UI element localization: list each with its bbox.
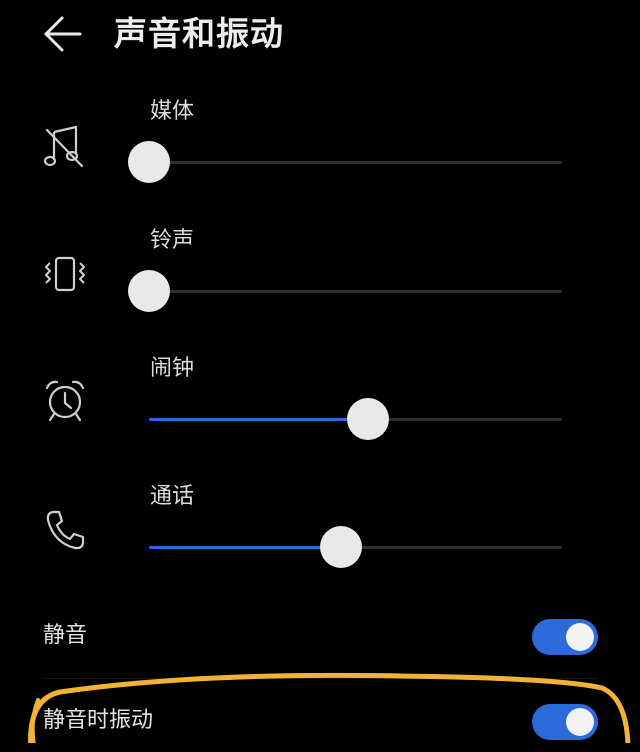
slider-thumb[interactable]: [347, 398, 389, 440]
alarm-clock-icon: [45, 380, 85, 422]
phone-icon: [46, 510, 85, 550]
media-volume-slider[interactable]: [128, 140, 562, 184]
toggle-knob: [566, 623, 594, 651]
setting-row-silent[interactable]: 静音: [0, 607, 640, 667]
volume-label: 闹钟: [150, 356, 195, 381]
divider: [43, 678, 598, 679]
arrow-left-icon[interactable]: [40, 12, 86, 56]
header: 声音和振动: [0, 0, 640, 70]
setting-label: 静音时振动: [43, 708, 154, 733]
volume-row-media: 媒体: [0, 98, 640, 226]
vibrate-icon: [45, 256, 85, 292]
slider-fill: [149, 418, 368, 421]
volume-row-alarm: 闹钟: [0, 355, 640, 483]
ringtone-volume-slider[interactable]: [128, 269, 562, 313]
slider-thumb[interactable]: [320, 526, 362, 568]
alarm-volume-slider[interactable]: [149, 397, 562, 441]
slider-thumb[interactable]: [128, 141, 170, 183]
toggle-knob: [566, 708, 594, 736]
setting-label: 静音: [43, 623, 88, 648]
silent-toggle[interactable]: [532, 619, 598, 655]
volume-label: 铃声: [150, 228, 195, 253]
music-muted-icon: [43, 125, 84, 168]
volume-row-ringtone: 铃声: [0, 227, 640, 355]
call-volume-slider[interactable]: [149, 525, 562, 569]
slider-fill: [149, 546, 341, 549]
vibrate-when-silent-toggle[interactable]: [532, 704, 598, 740]
volume-label: 媒体: [150, 99, 195, 124]
slider-track: [149, 290, 562, 293]
slider-thumb[interactable]: [128, 270, 170, 312]
setting-row-vibrate-when-silent[interactable]: 静音时振动: [0, 692, 640, 752]
volume-row-call: 通话: [0, 483, 640, 611]
volume-label: 通话: [150, 484, 195, 509]
page-title: 声音和振动: [114, 14, 284, 53]
slider-track: [149, 161, 562, 164]
